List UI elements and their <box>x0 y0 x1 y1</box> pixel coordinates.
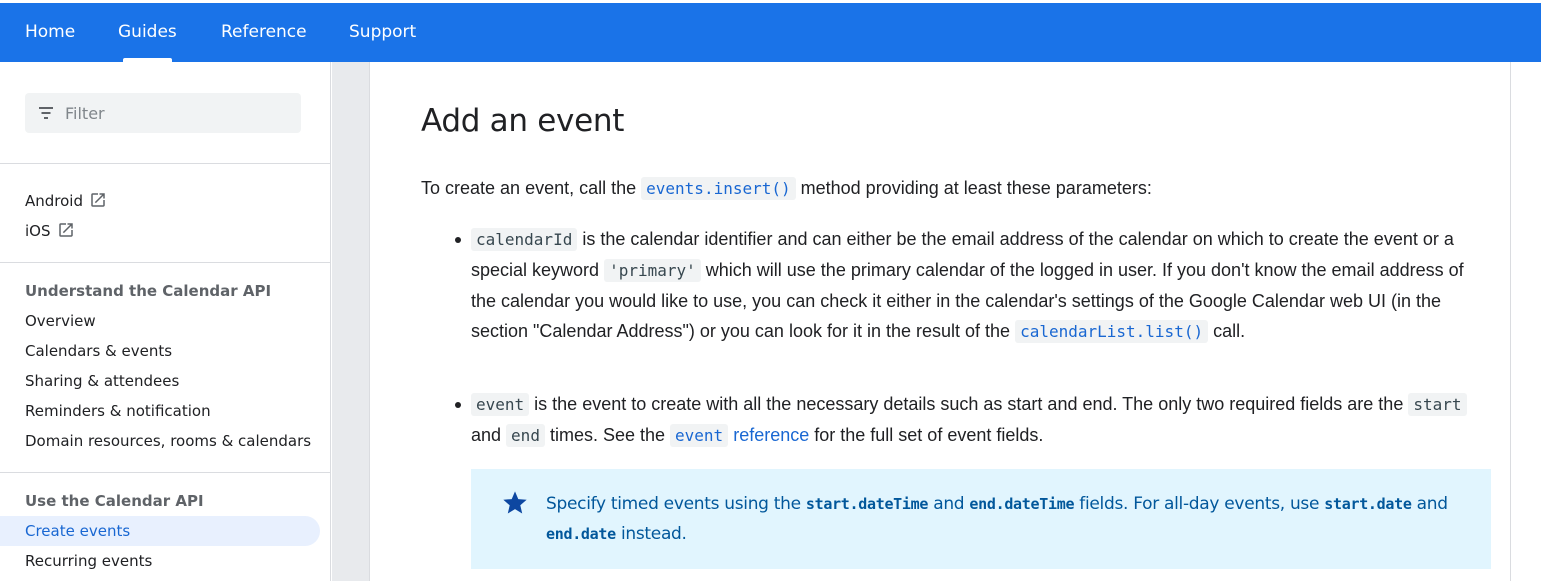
bullet-text: and <box>471 425 507 445</box>
tab-reference[interactable]: Reference <box>221 3 307 62</box>
sidebar-item-ios[interactable]: iOS <box>25 216 75 246</box>
top-nav-bar: Home Guides Reference Support <box>0 3 1541 62</box>
content-gutter <box>332 62 369 581</box>
sidebar-item-overview[interactable]: Overview <box>25 306 96 336</box>
note-fragment: instead. <box>615 524 687 544</box>
bullet-dot <box>455 402 461 408</box>
code-start: start <box>1408 393 1467 416</box>
sidebar-heading-use: Use the Calendar API <box>25 492 204 510</box>
intro-text: To create an event, call the <box>421 178 642 198</box>
code-event-ref: event <box>670 424 729 447</box>
code-events-insert: events.insert() <box>641 177 796 200</box>
sidebar-item-recurring-events[interactable]: Recurring events <box>25 546 152 576</box>
code-event: event <box>471 393 530 416</box>
intro-text: method providing at least these paramete… <box>795 178 1152 198</box>
sidebar-item-calendars-events[interactable]: Calendars & events <box>25 336 172 366</box>
code-calendarid: calendarId <box>471 228 578 251</box>
note-fragment: and <box>1411 494 1448 514</box>
bullet-text: times. See the <box>544 425 671 445</box>
sidebar-item-label: iOS <box>25 222 51 240</box>
sidebar-item-create-events[interactable]: Create events <box>25 516 130 546</box>
code-start-datetime: start.dateTime <box>805 495 929 513</box>
open-in-new-icon <box>58 222 73 237</box>
star-icon <box>503 491 527 514</box>
filter-input[interactable] <box>65 93 285 133</box>
sidebar-heading-understand: Understand the Calendar API <box>25 282 272 300</box>
sidebar: Android iOS Understand the Calendar API … <box>0 62 331 581</box>
open-in-new-icon <box>91 192 105 207</box>
code-primary: 'primary' <box>604 259 701 282</box>
sidebar-divider <box>0 472 330 473</box>
code-end-date: end.date <box>546 525 616 543</box>
sidebar-item-domain-resources[interactable]: Domain resources, rooms & calendars <box>25 426 311 456</box>
sidebar-item-label: Android <box>25 192 83 210</box>
code-calendarlist-list: calendarList.list() <box>1015 320 1209 343</box>
code-end-datetime: end.dateTime <box>969 495 1075 513</box>
filter-box <box>25 93 301 133</box>
sidebar-divider <box>0 262 330 263</box>
note-fragment: Specify timed events using the <box>546 494 806 514</box>
note-text: Specify timed events using the start.dat… <box>546 489 1466 549</box>
bullet-text: call. <box>1208 321 1246 341</box>
bullet-text: for the full set of event fields. <box>809 425 1044 445</box>
event-reference-link[interactable]: event reference <box>670 424 810 447</box>
code-end: end <box>506 424 545 447</box>
note-callout: Specify timed events using the start.dat… <box>471 469 1491 569</box>
filter-icon <box>39 107 53 119</box>
tab-support[interactable]: Support <box>349 3 416 62</box>
page-title: Add an event <box>421 103 625 139</box>
bullet-text: is the event to create with all the nece… <box>529 394 1409 414</box>
note-fragment: fields. For all-day events, use <box>1074 494 1325 514</box>
sidebar-item-reminders[interactable]: Reminders & notification <box>25 396 211 426</box>
calendarlist-list-link[interactable]: calendarList.list() <box>1015 320 1209 343</box>
bullet-event: event is the event to create with all th… <box>471 389 1491 451</box>
tab-guides[interactable]: Guides <box>118 3 177 62</box>
note-fragment: and <box>928 494 970 514</box>
code-start-date: start.date <box>1324 495 1412 513</box>
main-content: Add an event To create an event, call th… <box>369 62 1511 581</box>
reference-link-text: reference <box>733 425 810 445</box>
tab-home[interactable]: Home <box>25 3 75 62</box>
sidebar-item-android[interactable]: Android <box>25 186 107 216</box>
intro-paragraph: To create an event, call the events.inse… <box>421 173 1481 204</box>
bullet-calendarid: calendarId is the calendar identifier an… <box>471 224 1491 347</box>
bullet-dot <box>455 237 461 243</box>
events-insert-link[interactable]: events.insert() <box>641 177 796 200</box>
sidebar-item-sharing-attendees[interactable]: Sharing & attendees <box>25 366 179 396</box>
sidebar-divider <box>0 163 330 164</box>
